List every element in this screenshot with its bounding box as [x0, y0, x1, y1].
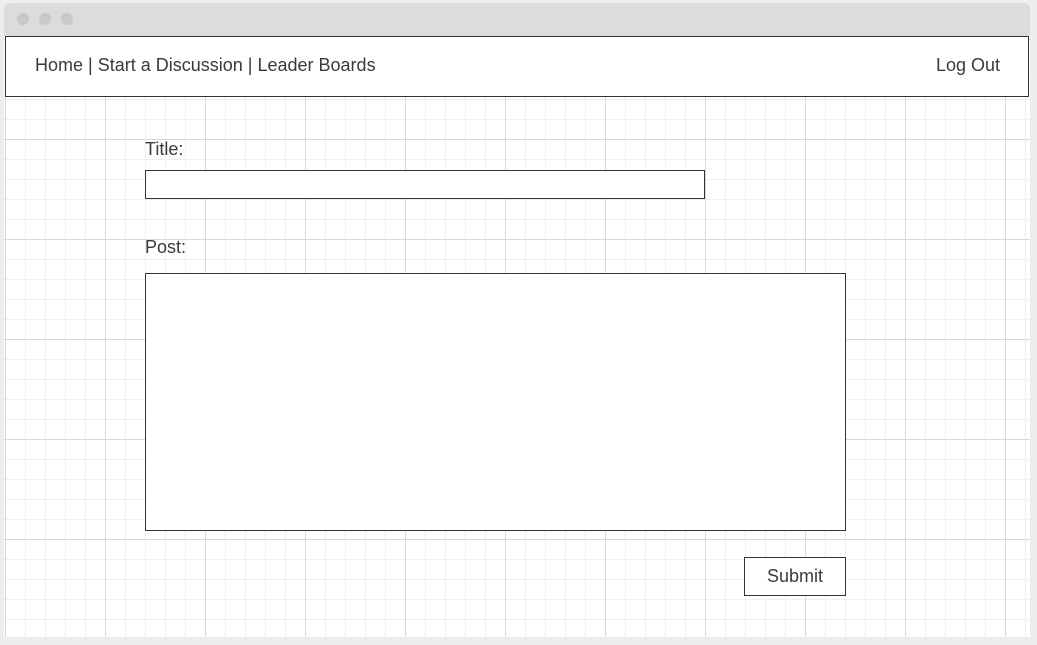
window-titlebar — [4, 3, 1030, 36]
title-label: Title: — [145, 139, 184, 159]
nav-home-link[interactable]: Home — [35, 55, 83, 75]
window-close-dot[interactable] — [17, 13, 29, 25]
window-minimize-dot[interactable] — [39, 13, 51, 25]
post-label: Post: — [145, 237, 187, 257]
top-navbar: Home | Start a Discussion | Leader Board… — [5, 36, 1029, 97]
title-input[interactable] — [145, 170, 705, 199]
nav-separator: | — [88, 55, 98, 75]
nav-start-discussion-link[interactable]: Start a Discussion — [98, 55, 243, 75]
nav-leader-boards-link[interactable]: Leader Boards — [257, 55, 375, 75]
submit-button[interactable]: Submit — [744, 557, 846, 596]
logout-link[interactable]: Log Out — [936, 55, 1000, 76]
post-textarea[interactable] — [145, 273, 846, 531]
browser-window: Home | Start a Discussion | Leader Board… — [4, 3, 1030, 637]
nav-links: Home | Start a Discussion | Leader Board… — [35, 55, 376, 76]
window-maximize-dot[interactable] — [61, 13, 73, 25]
